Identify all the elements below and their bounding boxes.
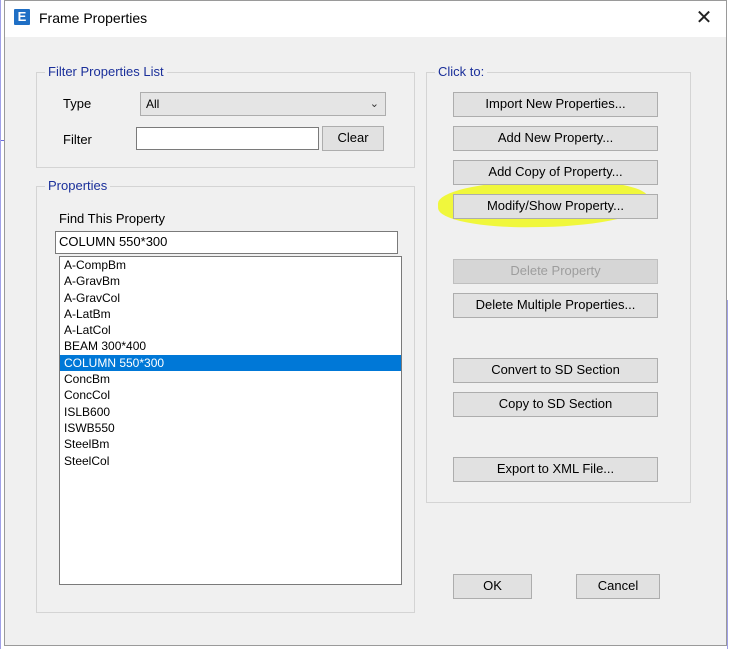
import-new-properties-button[interactable]: Import New Properties... (453, 92, 658, 117)
close-icon[interactable]: ✕ (682, 1, 726, 35)
find-property-input[interactable]: COLUMN 550*300 (55, 231, 398, 254)
delete-property-button[interactable]: Delete Property (453, 259, 658, 284)
property-list-item[interactable]: COLUMN 550*300 (60, 354, 401, 372)
type-selected-value: All (146, 97, 160, 111)
filter-label: Filter (63, 132, 92, 147)
property-list-item[interactable]: A-LatCol (60, 322, 401, 338)
cancel-button[interactable]: Cancel (576, 574, 660, 599)
filter-input[interactable] (136, 127, 319, 150)
etabs-app-icon: E (14, 9, 30, 25)
frame-properties-dialog: E Frame Properties ✕ Filter Properties L… (4, 0, 727, 646)
window-title: Frame Properties (39, 10, 148, 26)
property-list-item[interactable]: SteelCol (60, 453, 401, 469)
property-list-item[interactable]: A-GravCol (60, 290, 401, 306)
background-line (0, 0, 1, 649)
ok-button[interactable]: OK (453, 574, 532, 599)
title-bar: E Frame Properties ✕ (5, 1, 726, 37)
convert-to-sd-section-button[interactable]: Convert to SD Section (453, 358, 658, 383)
property-list-item[interactable]: ISWB550 (60, 420, 401, 436)
copy-to-sd-section-button[interactable]: Copy to SD Section (453, 392, 658, 417)
property-list-item[interactable]: A-LatBm (60, 306, 401, 322)
property-list-item[interactable]: ConcBm (60, 371, 401, 387)
properties-group-title: Properties (45, 179, 111, 193)
add-copy-of-property-button[interactable]: Add Copy of Property... (453, 160, 658, 185)
add-new-property-button[interactable]: Add New Property... (453, 126, 658, 151)
background-line (727, 300, 728, 649)
property-list-item[interactable]: A-GravBm (60, 273, 401, 289)
type-dropdown[interactable]: All ⌄ (140, 92, 386, 116)
clear-button[interactable]: Clear (322, 126, 384, 151)
property-list-item[interactable]: A-CompBm (60, 257, 401, 273)
property-list-item[interactable]: ISLB600 (60, 404, 401, 420)
property-list[interactable]: A-CompBm A-GravBm A-GravCol A-LatBm A-LatCol… (59, 256, 402, 585)
property-list-item[interactable]: ConcCol (60, 387, 401, 403)
property-list-item[interactable]: SteelBm (60, 436, 401, 452)
click-to-group-title: Click to: (435, 65, 488, 79)
chevron-down-icon: ⌄ (369, 98, 379, 110)
filter-group-title: Filter Properties List (45, 65, 167, 79)
property-list-item[interactable]: BEAM 300*400 (60, 338, 401, 354)
modify-show-property-button[interactable]: Modify/Show Property... (453, 194, 658, 219)
filter-properties-group: Filter Properties List (36, 65, 415, 168)
type-label: Type (63, 96, 92, 111)
delete-multiple-properties-button[interactable]: Delete Multiple Properties... (453, 293, 658, 318)
find-property-label: Find This Property (59, 211, 165, 226)
export-to-xml-file-button[interactable]: Export to XML File... (453, 457, 658, 482)
